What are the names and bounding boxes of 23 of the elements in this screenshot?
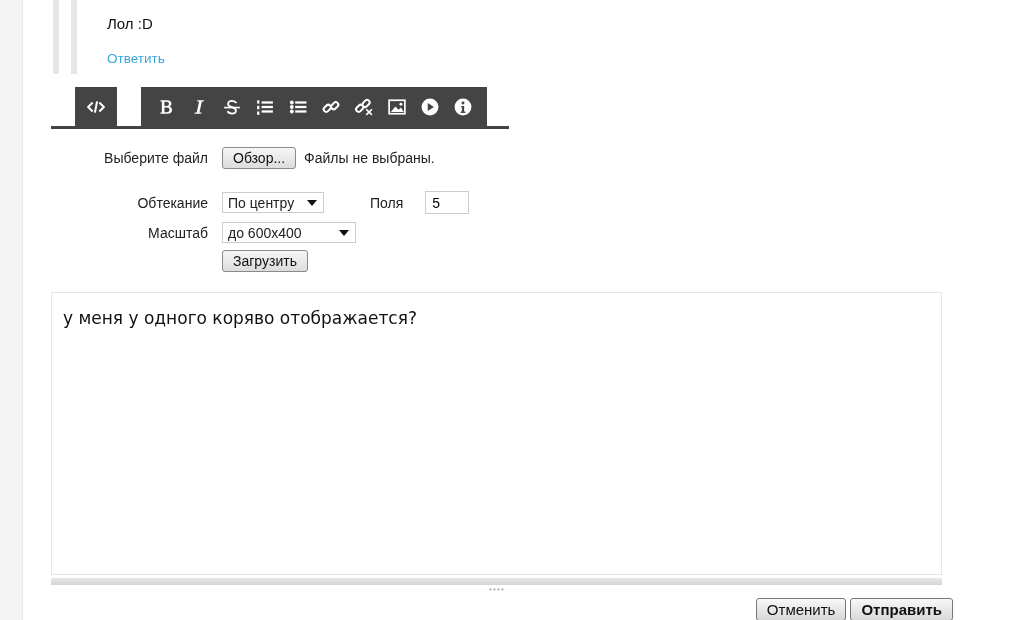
scale-dropdown[interactable]: до 600x400 (222, 222, 356, 243)
caret-icon (307, 199, 317, 206)
field-label: Выберите файл (104, 150, 208, 166)
numbered-list-icon[interactable] (255, 97, 274, 116)
unlink-icon[interactable] (354, 97, 373, 116)
upload-button[interactable]: Загрузить (222, 250, 308, 272)
margins-input-field[interactable]: 5 (425, 191, 470, 214)
browse-button[interactable]: Обзор... (222, 147, 297, 169)
message-editor[interactable]: у меня у одного коряво отображается? (51, 292, 942, 575)
play-icon[interactable] (420, 97, 439, 116)
grip-icon[interactable] (488, 588, 505, 591)
file-status-text: Файлы не выбраны. (304, 150, 435, 166)
caret-icon (339, 229, 349, 236)
submit-button[interactable]: Отправить (850, 598, 953, 620)
info-icon[interactable] (453, 97, 472, 116)
field-label: Поля (370, 194, 404, 211)
image-icon[interactable] (387, 97, 406, 116)
field-label: Масштаб (148, 224, 208, 241)
field-label: Обтекание (137, 194, 208, 211)
comment-text: Лол :D (107, 15, 153, 32)
strikethrough-icon[interactable] (222, 97, 241, 116)
cancel-button[interactable]: Отменить (755, 598, 847, 620)
wrap-dropdown[interactable]: По центру (222, 192, 324, 213)
